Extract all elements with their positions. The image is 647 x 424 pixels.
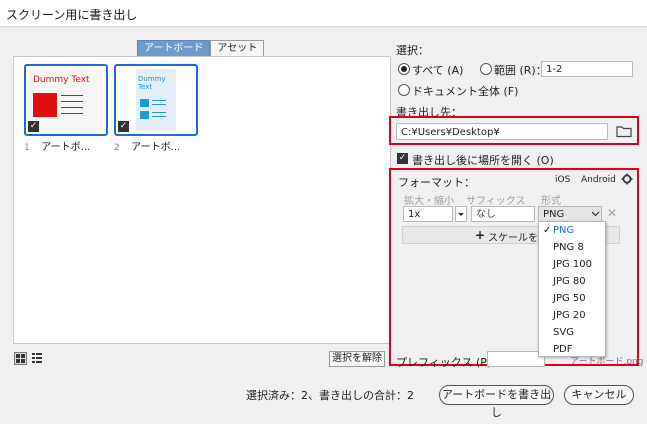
selection-label: 選択： (396, 44, 429, 57)
scale-select[interactable]: 1x (403, 206, 453, 222)
radio-range[interactable] (480, 63, 492, 78)
tab-bar: アートボード アセット (137, 40, 265, 58)
radio-whole-doc-label: ドキュメント全体 (F) (412, 85, 519, 98)
radio-all[interactable] (398, 63, 410, 78)
remove-scale-icon[interactable]: ✕ (607, 206, 617, 220)
thumb-text: Dummy Text (33, 75, 90, 85)
grid-view-icon[interactable] (14, 352, 27, 365)
cancel-button[interactable]: キャンセル (564, 385, 634, 405)
open-after-label: 書き出し後に場所を開く (O) (412, 154, 554, 167)
scale-dropdown-icon[interactable] (455, 206, 467, 222)
red-block (33, 93, 57, 117)
artboard-2-label: アートボ... (131, 142, 181, 153)
column-scale: 拡大・縮小 (404, 196, 454, 207)
suffix-input[interactable]: なし (471, 206, 535, 222)
ios-preset[interactable]: iOS (555, 175, 570, 185)
format-label: フォーマット： (398, 176, 475, 189)
range-input[interactable]: 1-2 (541, 61, 633, 77)
title-bar: スクリーン用に書き出し (0, 0, 647, 27)
artboard-2-caption: 2 アートボ... (114, 138, 180, 153)
menu-item-png[interactable]: ✓ PNG (539, 222, 605, 239)
column-suffix: サフィックス (466, 196, 526, 207)
menu-item-jpg100[interactable]: JPG 100 (539, 256, 605, 273)
radio-all-label: すべて (A) (412, 64, 464, 77)
folder-icon[interactable] (616, 124, 632, 138)
menu-item-jpg20[interactable]: JPG 20 (539, 307, 605, 324)
menu-item-svg[interactable]: SVG (539, 324, 605, 341)
artboard-1-number: 1 (24, 143, 30, 153)
window-title: スクリーン用に書き出し (6, 8, 138, 22)
gear-icon[interactable] (621, 173, 633, 185)
menu-item-jpg50[interactable]: JPG 50 (539, 290, 605, 307)
android-preset[interactable]: Android (581, 175, 616, 185)
artboard-thumbnail-1[interactable]: Dummy Text ✓ (24, 64, 108, 136)
plus-icon: + (475, 228, 486, 242)
radio-whole-doc[interactable] (398, 84, 410, 99)
format-dropdown-menu: ✓ PNG PNG 8 JPG 100 JPG 80 JPG 50 JPG 20… (538, 221, 606, 357)
export-path-field[interactable]: C:¥Users¥Desktop¥ (396, 123, 608, 140)
export-artboards-button[interactable]: アートボードを書き出し (439, 385, 554, 419)
open-after-checkbox[interactable]: ✓ (397, 153, 408, 164)
radio-all-indicator[interactable] (398, 63, 410, 75)
column-format: 形式 (541, 196, 561, 207)
selection-status: 選択済み：2、書き出しの合計：2 (246, 389, 414, 402)
artboard-2-number: 2 (114, 143, 120, 153)
artboard-1-checkbox[interactable]: ✓ (28, 121, 39, 132)
artboard-1-caption: 1 アートボ... (24, 138, 90, 153)
prefix-input[interactable] (487, 351, 545, 367)
thumb-text: Dummy Text (138, 75, 166, 91)
radio-range-label: 範囲 (R)： (494, 64, 547, 77)
artboard-thumbnail-2[interactable]: Dummy Text ✓ (114, 64, 198, 136)
radio-range-indicator[interactable] (480, 63, 492, 75)
menu-item-pdf[interactable]: PDF (539, 341, 605, 358)
menu-item-png8[interactable]: PNG 8 (539, 239, 605, 256)
chevron-down-icon[interactable] (591, 209, 600, 218)
menu-item-jpg80[interactable]: JPG 80 (539, 273, 605, 290)
checkmark-icon: ✓ (543, 225, 552, 236)
artboard-1-label: アートボ... (41, 142, 91, 153)
radio-whole-doc-indicator[interactable] (398, 84, 410, 96)
list-view-icon[interactable] (31, 352, 42, 363)
artboard-2-checkbox[interactable]: ✓ (118, 121, 129, 132)
deselect-button[interactable]: 選択を解除 (329, 351, 385, 367)
